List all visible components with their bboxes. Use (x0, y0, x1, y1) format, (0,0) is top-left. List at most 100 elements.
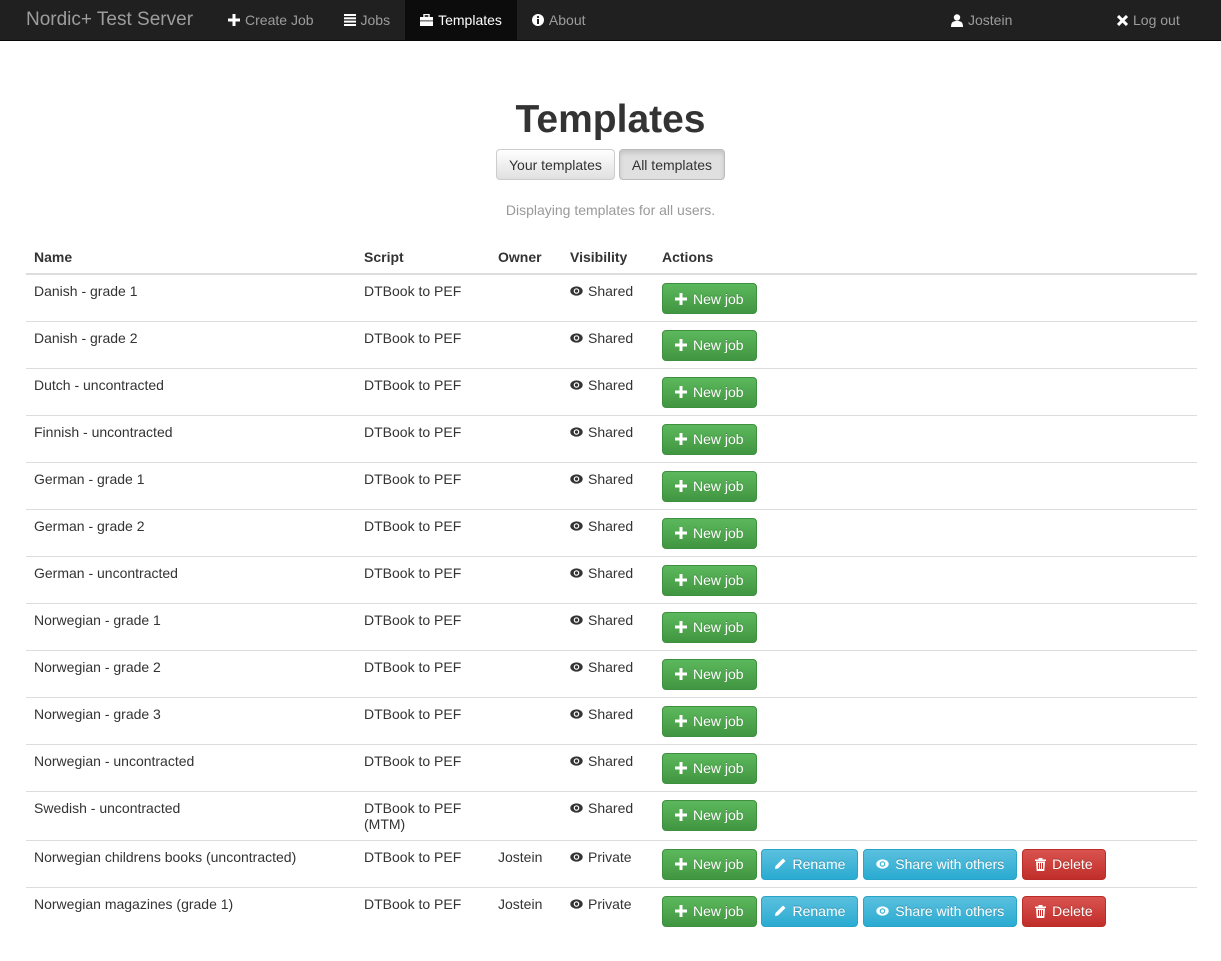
plus-icon (675, 905, 687, 917)
cell-owner (490, 461, 562, 509)
eye-icon (570, 332, 583, 343)
your-templates-button[interactable]: Your templates (495, 149, 615, 180)
new-job-button[interactable]: New job (662, 658, 757, 690)
visibility-label: Private (588, 848, 632, 865)
new-job-label: New job (693, 572, 744, 588)
nav-item-label: About (548, 12, 586, 28)
share-label: Share with others (895, 856, 1005, 872)
nav-item-label: Create Job (245, 12, 314, 28)
new-job-button[interactable]: New job (662, 799, 757, 831)
eye-icon (570, 520, 583, 531)
cell-owner (490, 367, 562, 415)
new-job-button[interactable]: New job (662, 895, 757, 927)
table-row: Danish - grade 1 DTBook to PEF Shared New j… (26, 274, 1197, 321)
delete-label: Delete (1052, 856, 1093, 872)
cell-name: Norwegian magazines (grade 1) (26, 886, 356, 934)
new-job-button[interactable]: New job (662, 564, 757, 596)
new-job-button[interactable]: New job (662, 705, 757, 737)
new-job-button[interactable]: New job (662, 517, 757, 549)
visibility-label: Shared (588, 799, 634, 816)
rename-button[interactable]: Rename (761, 895, 859, 927)
new-job-label: New job (693, 666, 744, 682)
cell-owner (490, 649, 562, 697)
table-row: German - uncontracted DTBook to PEF Shared… (26, 555, 1197, 603)
plus-icon (675, 433, 687, 445)
cell-script: DTBook to PEF (356, 367, 490, 415)
visibility-label: Shared (588, 283, 634, 299)
cell-visibility: Shared (562, 602, 654, 650)
new-job-button[interactable]: New job (662, 848, 757, 880)
cell-name: German - uncontracted (26, 555, 356, 603)
rename-button[interactable]: Rename (761, 848, 859, 880)
cell-visibility: Shared (562, 790, 654, 840)
cell-actions: New job (654, 790, 1197, 840)
cell-name: Dutch - uncontracted (26, 367, 356, 415)
new-job-button[interactable]: New job (662, 283, 757, 314)
new-job-label: New job (693, 384, 744, 400)
cell-name: German - grade 2 (26, 508, 356, 556)
cell-owner (490, 508, 562, 556)
eye-icon (570, 567, 583, 578)
nav-item-templates[interactable]: Templates (405, 0, 517, 40)
cell-name: Finnish - uncontracted (26, 414, 356, 462)
new-job-button[interactable]: New job (662, 470, 757, 502)
new-job-button[interactable]: New job (662, 611, 757, 643)
nav-item-jobs[interactable]: Jobs (329, 0, 406, 40)
table-row: Norwegian - grade 1 DTBook to PEF Shared Ne… (26, 602, 1197, 650)
brand-link[interactable]: Nordic+ Test Server (0, 0, 213, 40)
new-job-label: New job (693, 903, 744, 919)
nav-user-label: Jostein (968, 12, 1013, 28)
cell-script: DTBook to PEF (MTM) (356, 790, 490, 840)
user-icon (951, 13, 963, 27)
cell-owner (490, 696, 562, 744)
cell-owner (490, 414, 562, 462)
share-button[interactable]: Share with others (863, 848, 1018, 880)
cell-name: Danish - grade 2 (26, 320, 356, 368)
cell-actions: New job (654, 508, 1197, 556)
cell-visibility: Shared (562, 696, 654, 744)
delete-button[interactable]: Delete (1022, 895, 1106, 927)
nav-user[interactable]: Jostein (936, 0, 1027, 40)
cell-actions: New job (654, 461, 1197, 509)
cell-actions: New job (654, 274, 1197, 321)
nav-item-label: Jobs (360, 12, 391, 28)
nav-item-about[interactable]: About (517, 0, 601, 40)
new-job-button[interactable]: New job (662, 752, 757, 784)
visibility-label: Shared (588, 329, 634, 346)
display-info-text: Displaying templates for all users. (505, 202, 716, 218)
share-label: Share with others (895, 903, 1005, 919)
header-name[interactable]: Name (26, 237, 356, 275)
plus-icon (675, 858, 687, 870)
nav-item-label: Templates (438, 12, 502, 28)
rename-label: Rename (792, 856, 846, 872)
cell-name: Norwegian - grade 3 (26, 696, 356, 744)
table-row: Dutch - uncontracted DTBook to PEF Shared N… (26, 367, 1197, 415)
logout-button[interactable]: Log out (1102, 0, 1195, 40)
cell-script: DTBook to PEF (356, 461, 490, 509)
eye-icon (876, 906, 889, 916)
new-job-button[interactable]: New job (662, 423, 757, 455)
cell-actions: New job Rename Share with others Delete (654, 886, 1197, 934)
header-script[interactable]: Script (356, 237, 490, 275)
visibility-label: Shared (588, 376, 634, 393)
cell-actions: New job (654, 555, 1197, 603)
new-job-label: New job (693, 619, 744, 635)
cell-visibility: Shared (562, 367, 654, 415)
eye-icon (570, 755, 583, 766)
plus-icon (675, 292, 687, 305)
plus-icon (675, 762, 687, 774)
cell-name: Norwegian - grade 2 (26, 649, 356, 697)
plus-icon (675, 339, 687, 351)
share-button[interactable]: Share with others (863, 895, 1018, 927)
cell-actions: New job Rename Share with others Delete (654, 839, 1197, 887)
all-templates-button[interactable]: All templates (618, 149, 726, 180)
new-job-button[interactable]: New job (662, 376, 757, 408)
header-visibility[interactable]: Visibility (562, 237, 654, 275)
new-job-button[interactable]: New job (662, 329, 757, 361)
eye-icon (570, 426, 583, 437)
nav-item-create-job[interactable]: Create Job (213, 0, 328, 40)
delete-button[interactable]: Delete (1022, 848, 1106, 880)
header-owner[interactable]: Owner (490, 237, 562, 275)
pencil-icon (774, 905, 786, 917)
navbar: Nordic+ Test Server Create Job Jobs Templa… (0, 0, 1221, 41)
